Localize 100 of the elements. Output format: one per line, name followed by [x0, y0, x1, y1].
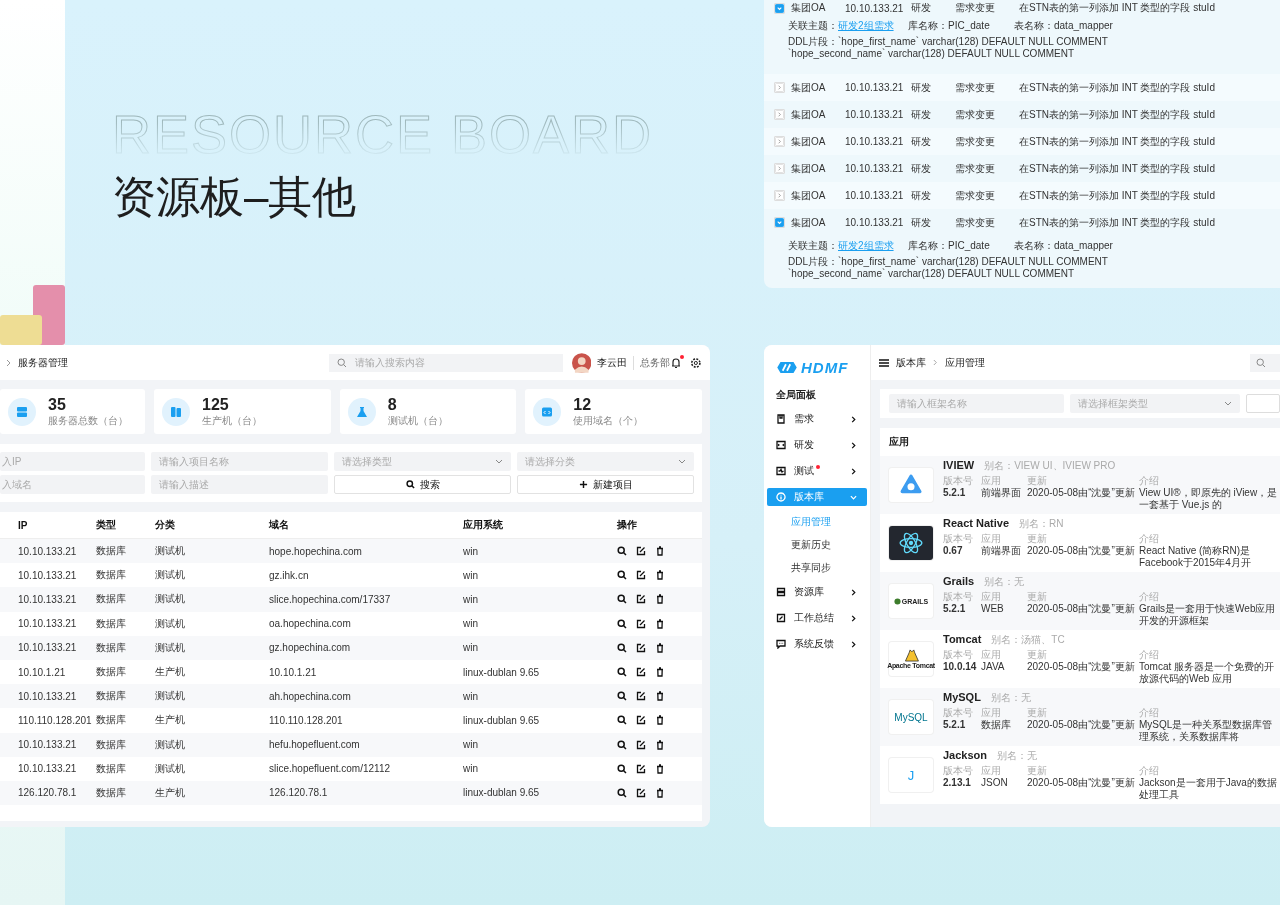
avatar[interactable] — [571, 352, 592, 373]
table-cell-text: win — [463, 569, 479, 581]
hero-subtitle: RESOURCE BOARD — [112, 104, 654, 164]
table-cell-text: slice.hopechina.com/17337 — [269, 593, 392, 605]
search-button[interactable]: 搜索 — [334, 475, 511, 494]
submenu-item[interactable]: 更新历史 — [791, 538, 870, 552]
logo-text: MySQL — [894, 711, 928, 723]
field-label: 介绍 — [1139, 649, 1160, 661]
app-alias: 别名：RN — [1019, 517, 1064, 531]
trash-icon[interactable] — [655, 618, 665, 629]
menu-item[interactable]: 研发 — [767, 436, 867, 454]
field-value: 数据库 — [981, 719, 1012, 731]
menu-icon[interactable] — [879, 358, 889, 367]
app-name: IVIEW — [943, 459, 975, 471]
code-icon — [776, 440, 786, 450]
search-icon[interactable] — [617, 667, 627, 678]
breadcrumb-item[interactable]: 应用管理 — [945, 355, 985, 370]
menu-item[interactable]: 资源库 — [767, 583, 867, 601]
field-value: 5.2.1 — [943, 719, 967, 731]
field-value: WEB — [981, 603, 1005, 615]
table-cell-text: 集团OA — [791, 1, 827, 15]
edit-icon[interactable] — [636, 691, 646, 702]
search-field[interactable] — [1250, 353, 1280, 372]
bell-icon[interactable] — [670, 356, 683, 369]
chevron-down-icon — [678, 458, 686, 465]
settings-icon[interactable] — [690, 356, 702, 369]
search-icon[interactable] — [617, 642, 627, 653]
table-cell-text: 研发 — [911, 188, 932, 203]
table-cell-text: 测试机 — [155, 544, 186, 559]
trash-icon[interactable] — [655, 667, 665, 678]
chevron-down-icon — [850, 493, 857, 501]
trash-icon[interactable] — [655, 642, 665, 653]
trash-icon[interactable] — [655, 570, 665, 581]
search-icon[interactable] — [617, 715, 627, 726]
menu-item[interactable]: 工作总结 — [767, 609, 867, 627]
menu-item[interactable]: 需求 — [767, 410, 867, 428]
trash-icon[interactable] — [655, 787, 665, 798]
search-icon[interactable] — [617, 570, 627, 581]
table-cell: 在STN表的第一列添加 INT 类型的字段 stuId — [1019, 161, 1215, 176]
ddl-text: `hope_second_name` varchar(128) DEFAULT NULL COMMENT — [788, 268, 1076, 280]
breadcrumb-item[interactable]: 服务器管理 — [18, 355, 68, 370]
search-icon[interactable] — [617, 618, 627, 629]
breadcrumb-item[interactable]: 版本库 — [896, 355, 926, 370]
field-value: 10.0.14 — [943, 661, 978, 673]
edit-icon[interactable] — [636, 546, 646, 557]
edit-icon[interactable] — [636, 763, 646, 774]
trash-icon[interactable] — [655, 546, 665, 557]
chevron-right-icon — [850, 640, 857, 648]
edit-icon[interactable] — [636, 570, 646, 581]
table-cell-text: 10.10.1.21 — [18, 666, 67, 678]
column-header: IP — [18, 519, 29, 531]
table-cell-text: 集团OA — [791, 161, 827, 176]
chevron-down-icon — [495, 458, 503, 465]
menu-item[interactable]: 全局面板 — [776, 388, 870, 402]
new-project-button[interactable]: 新建项目 — [517, 475, 694, 494]
table-cell-text: 10.10.133.21 — [845, 190, 905, 201]
search-icon[interactable] — [617, 763, 627, 774]
expand-toggle[interactable] — [774, 2, 785, 14]
edit-icon[interactable] — [636, 642, 646, 653]
input-field[interactable] — [1246, 394, 1280, 413]
menu-item[interactable]: 测试 — [767, 462, 867, 480]
field-label: 介绍 — [1139, 591, 1160, 603]
search-icon[interactable] — [617, 691, 627, 702]
field-label: 应用 — [981, 765, 1002, 777]
stack-icon — [776, 587, 786, 597]
field-value: 2020-05-08由“沈曼”更新 — [1027, 661, 1136, 673]
trash-icon[interactable] — [655, 691, 665, 702]
table-cell-text: 需求变更 — [955, 1, 996, 15]
edit-icon[interactable] — [636, 618, 646, 629]
table-cell-text: 110.110.128.201 — [269, 714, 344, 726]
table-cell: 在STN表的第一列添加 INT 类型的字段 stuId — [1019, 188, 1215, 203]
search-icon[interactable] — [617, 546, 627, 557]
expand-toggle[interactable] — [774, 217, 785, 228]
field-label: 版本号 — [943, 591, 974, 603]
field-value: MySQL是一种关系型数据库管理系统，关系数据库将 — [1139, 719, 1274, 743]
stat-value: 12 — [573, 395, 593, 414]
search-icon[interactable] — [617, 739, 627, 750]
field-value: Grails是一套用于快速Web应用开发的开源框架 — [1139, 603, 1277, 627]
search-icon[interactable] — [617, 594, 627, 605]
field-value: 前端界面 — [981, 545, 1022, 557]
table-cell-text: 10.10.133.21 — [18, 618, 78, 630]
ddl-text: DDL片段：`hope_first_name` varchar(128) DEFAULT NULL COMMENT — [788, 256, 1109, 268]
field-label: 应用 — [981, 533, 1002, 545]
trash-icon[interactable] — [655, 763, 665, 774]
edit-icon[interactable] — [636, 715, 646, 726]
trash-icon[interactable] — [655, 715, 665, 726]
edit-icon[interactable] — [636, 667, 646, 678]
submenu-item[interactable]: 共享同步 — [791, 561, 870, 575]
detail-label: 关联主题： — [788, 20, 838, 31]
edit-icon[interactable] — [636, 787, 646, 798]
table-cell-text: 研发 — [911, 215, 932, 230]
edit-icon[interactable] — [636, 594, 646, 605]
field-label: 介绍 — [1139, 533, 1160, 545]
chevron-right-icon — [850, 415, 857, 423]
trash-icon[interactable] — [655, 739, 665, 750]
trash-icon[interactable] — [655, 594, 665, 605]
search-icon[interactable] — [617, 787, 627, 798]
table-cell-text: 集团OA — [791, 80, 827, 95]
menu-item[interactable]: 系统反馈 — [767, 635, 867, 653]
edit-icon[interactable] — [636, 739, 646, 750]
